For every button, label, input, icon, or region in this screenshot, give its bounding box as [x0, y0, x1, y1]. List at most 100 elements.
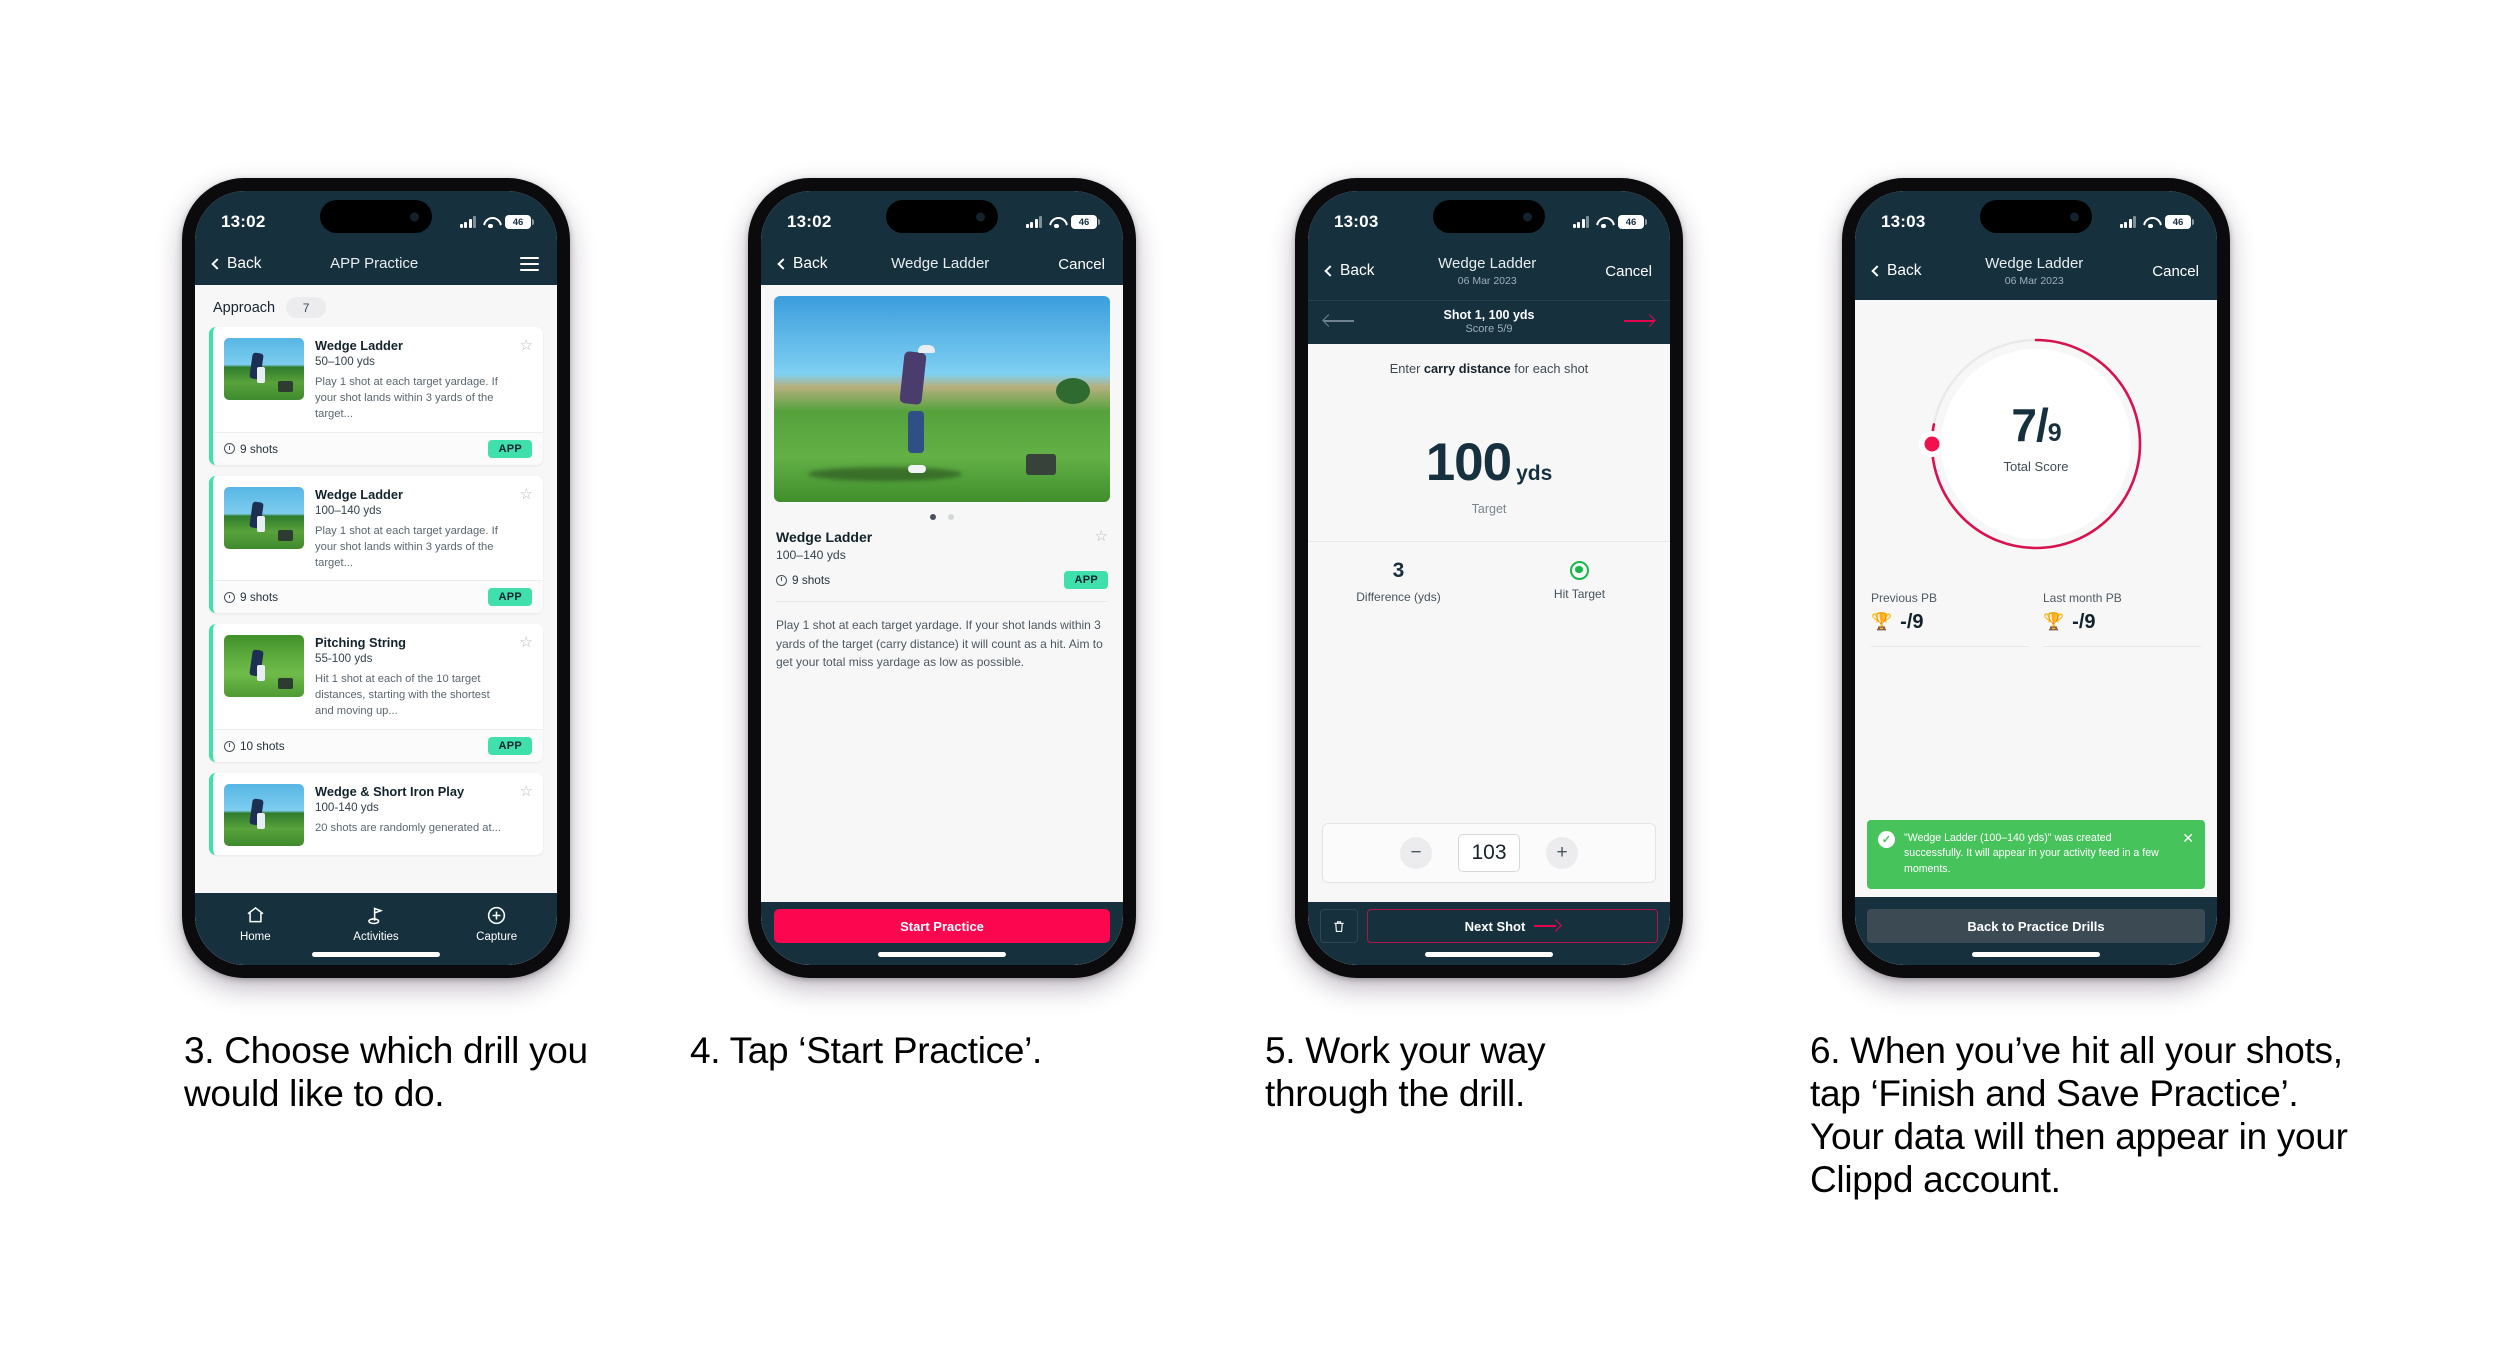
nav-title-date: 06 Mar 2023: [1457, 275, 1517, 287]
cancel-button[interactable]: Cancel: [2147, 263, 2199, 280]
drill-range: 100–140 yds: [315, 503, 382, 517]
stat-difference: 3 Difference (yds): [1308, 559, 1489, 604]
drill-range: 100–140 yds: [776, 548, 846, 562]
cancel-button[interactable]: Cancel: [1053, 256, 1105, 273]
category-badge: APP: [488, 737, 532, 756]
start-practice-button[interactable]: Start Practice: [774, 909, 1110, 943]
drill-range: 55-100 yds: [315, 652, 373, 666]
status-time: 13:03: [1881, 212, 1926, 231]
drill-description: Play 1 shot at each target yardage. If y…: [315, 524, 498, 569]
screen: 13:03 46 Back Wedge Ladder 06 Mar 2023 C…: [1855, 191, 2217, 965]
back-button[interactable]: Back: [211, 255, 261, 273]
back-button[interactable]: Back: [1871, 262, 1921, 280]
screen: 13:03 46 Back Wedge Ladder 06 Mar 2023 C…: [1308, 191, 1670, 965]
card-footer: 9 shots APP: [213, 580, 543, 614]
nav-bar: Back Wedge Ladder 06 Mar 2023 Cancel: [1855, 247, 2217, 300]
tutorial-screenshot-sheet: 13:02 46 Back APP Practice Approach 7 We…: [0, 0, 2503, 1347]
shot-entry-body: Enter carry distance for each shot 100 yd…: [1308, 343, 1670, 965]
clock-icon: [224, 591, 235, 603]
delete-shot-button[interactable]: [1320, 909, 1358, 943]
home-icon: [245, 904, 266, 926]
card-footer: 9 shots APP: [213, 431, 543, 465]
target-unit: yds: [1516, 461, 1553, 485]
hint-post: for each shot: [1510, 360, 1589, 376]
status-time: 13:03: [1334, 212, 1379, 231]
shot-count-label: 10 shots: [240, 739, 285, 754]
back-to-drills-button[interactable]: Back to Practice Drills: [1867, 909, 2205, 943]
hamburger-icon: [487, 256, 539, 272]
section-label: Approach: [213, 299, 276, 316]
menu-button[interactable]: [487, 256, 539, 272]
drill-card[interactable]: Wedge & Short Iron Play 100-140 yds 20 s…: [209, 773, 543, 856]
drill-hero-image: [774, 296, 1110, 502]
section-header: Approach 7: [195, 285, 557, 327]
favorite-star-icon[interactable]: ☆: [520, 784, 533, 846]
favorite-star-icon[interactable]: ☆: [520, 635, 533, 720]
screen: 13:02 46 Back Wedge Ladder Cancel Wedge …: [761, 191, 1123, 965]
shot-stats: 3 Difference (yds) Hit Target: [1308, 540, 1670, 604]
nav-bar: Back Wedge Ladder Cancel: [761, 247, 1123, 285]
shot-count: 10 shots: [224, 739, 285, 753]
phone-1-practice-list: 13:02 46 Back APP Practice Approach 7 We…: [182, 178, 570, 978]
drill-range: 100-140 yds: [315, 801, 379, 815]
caption-step-4: 4. Tap ‘Start Practice’.: [690, 1030, 1042, 1071]
caption-step-3: 3. Choose which drill you would like to …: [184, 1030, 588, 1114]
shot-count-label: 9 shots: [240, 590, 279, 605]
drill-card[interactable]: Wedge Ladder 50–100 yds Play 1 shot at e…: [209, 327, 543, 465]
card-top: Wedge Ladder 100–140 yds Play 1 shot at …: [213, 476, 543, 581]
favorite-star-icon[interactable]: ☆: [1095, 529, 1108, 544]
difference-label: Difference (yds): [1356, 589, 1441, 604]
clock-icon: [224, 740, 235, 752]
shot-score: Score 5/9: [1465, 322, 1513, 335]
cancel-button[interactable]: Cancel: [1600, 263, 1652, 280]
back-button[interactable]: Back: [1324, 262, 1374, 280]
previous-pb-label: Previous PB: [1871, 590, 1938, 605]
card-text: Pitching String 55-100 yds Hit 1 shot at…: [315, 635, 505, 720]
tab-activities[interactable]: Activities: [316, 904, 435, 943]
section-count-badge: 7: [286, 297, 327, 318]
carry-distance-input[interactable]: 103: [1458, 834, 1520, 872]
next-shot-button[interactable]: Next Shot: [1367, 909, 1658, 943]
battery-icon: 46: [1618, 215, 1647, 229]
carousel-dots[interactable]: [761, 502, 1123, 529]
battery-icon: 46: [2165, 215, 2194, 229]
next-shot-arrow-icon[interactable]: [1620, 314, 1656, 328]
increment-button[interactable]: +: [1546, 837, 1578, 869]
close-icon[interactable]: ✕: [2182, 831, 2194, 845]
shot-title: Shot 1, 100 yds: [1443, 307, 1535, 322]
shot-count-label: 9 shots: [240, 441, 279, 456]
drill-thumbnail: [224, 486, 304, 549]
hint-bold: carry distance: [1423, 360, 1511, 376]
drill-thumbnail: [224, 338, 304, 400]
drill-card[interactable]: Pitching String 55-100 yds Hit 1 shot at…: [209, 624, 543, 763]
last-month-pb-value: -/9: [2072, 610, 2096, 633]
category-badge: APP: [488, 588, 532, 607]
cta-container: Start Practice: [761, 902, 1123, 965]
wifi-icon: [2143, 217, 2158, 229]
clock-icon: [224, 443, 235, 455]
shot-info: Shot 1, 100 yds Score 5/9: [1358, 308, 1620, 335]
entry-hint: Enter carry distance for each shot: [1308, 344, 1670, 376]
nav-title-main: Wedge Ladder: [1985, 255, 2084, 272]
score-ring-wrap: 7/9 Total Score: [1855, 300, 2217, 569]
arrow-right-icon: [1534, 919, 1563, 933]
drill-title: Wedge & Short Iron Play: [315, 784, 465, 800]
favorite-star-icon[interactable]: ☆: [520, 338, 533, 423]
tab-capture[interactable]: Capture: [437, 904, 556, 943]
status-indicators: 46: [2119, 215, 2194, 229]
score-label: Total Score: [2003, 459, 2069, 475]
page-title: Wedge Ladder 06 Mar 2023: [1438, 255, 1536, 288]
phone-4-results: 13:03 46 Back Wedge Ladder 06 Mar 2023 C…: [1842, 178, 2230, 978]
drill-card[interactable]: Wedge Ladder 100–140 yds Play 1 shot at …: [209, 475, 543, 614]
back-button[interactable]: Back: [777, 255, 827, 273]
battery-icon: 46: [1071, 215, 1100, 229]
caption-step-6: 6. When you’ve hit all your shots, tap ‘…: [1810, 1030, 2348, 1200]
nav-title-date: 06 Mar 2023: [2004, 275, 2064, 287]
golf-flag-icon: [365, 904, 386, 926]
tab-home[interactable]: Home: [196, 904, 315, 943]
status-indicators: 46: [459, 215, 534, 229]
favorite-star-icon[interactable]: ☆: [520, 487, 533, 572]
decrement-button[interactable]: −: [1400, 837, 1432, 869]
last-month-pb: Last month PB 🏆 -/9: [2043, 591, 2201, 647]
previous-shot-arrow-icon[interactable]: [1322, 314, 1358, 328]
